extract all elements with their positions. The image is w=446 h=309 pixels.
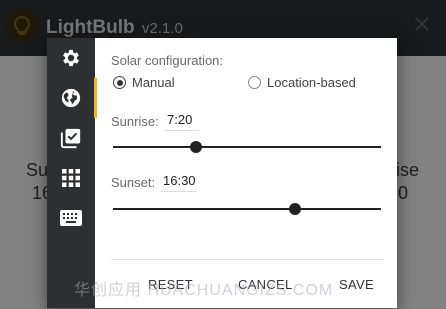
radio-location-based[interactable]: Location-based bbox=[248, 75, 356, 90]
sunset-label: Sunset: bbox=[111, 175, 156, 190]
globe-icon bbox=[61, 88, 81, 108]
dialog-content: Solar configuration: Manual Location-bas… bbox=[111, 38, 391, 308]
sunrise-label: Sunrise: bbox=[111, 114, 159, 129]
radio-manual-label: Manual bbox=[132, 75, 175, 90]
keyboard-icon bbox=[60, 210, 82, 226]
apps-grid-icon bbox=[62, 169, 80, 187]
sunset-slider[interactable] bbox=[113, 203, 381, 215]
save-button[interactable]: SAVE bbox=[339, 277, 374, 292]
cancel-button[interactable]: CANCEL bbox=[238, 277, 293, 292]
reset-button[interactable]: RESET bbox=[148, 277, 193, 292]
radio-manual[interactable]: Manual bbox=[113, 75, 175, 90]
tab-location[interactable] bbox=[47, 78, 95, 118]
tab-general[interactable] bbox=[47, 38, 95, 78]
radio-location-label: Location-based bbox=[267, 75, 356, 90]
sunset-slider-thumb[interactable] bbox=[289, 203, 302, 215]
sunset-time-field[interactable] bbox=[161, 173, 197, 192]
sunrise-slider-thumb[interactable] bbox=[190, 141, 203, 153]
sunrise-time-field[interactable] bbox=[165, 112, 199, 131]
radio-button[interactable] bbox=[113, 76, 126, 89]
tab-apps[interactable] bbox=[47, 158, 95, 198]
radio-button[interactable] bbox=[248, 76, 261, 89]
settings-sidebar bbox=[47, 38, 97, 308]
checklist-icon bbox=[60, 128, 81, 149]
tab-checklist[interactable] bbox=[47, 118, 95, 158]
active-tab-indicator bbox=[94, 78, 97, 118]
actions-divider bbox=[111, 259, 384, 260]
section-label: Solar configuration: bbox=[111, 53, 224, 68]
tab-hotkeys[interactable] bbox=[47, 198, 95, 238]
gear-icon bbox=[63, 49, 79, 67]
sunrise-slider[interactable] bbox=[113, 141, 381, 153]
settings-dialog: Solar configuration: Manual Location-bas… bbox=[47, 38, 397, 308]
